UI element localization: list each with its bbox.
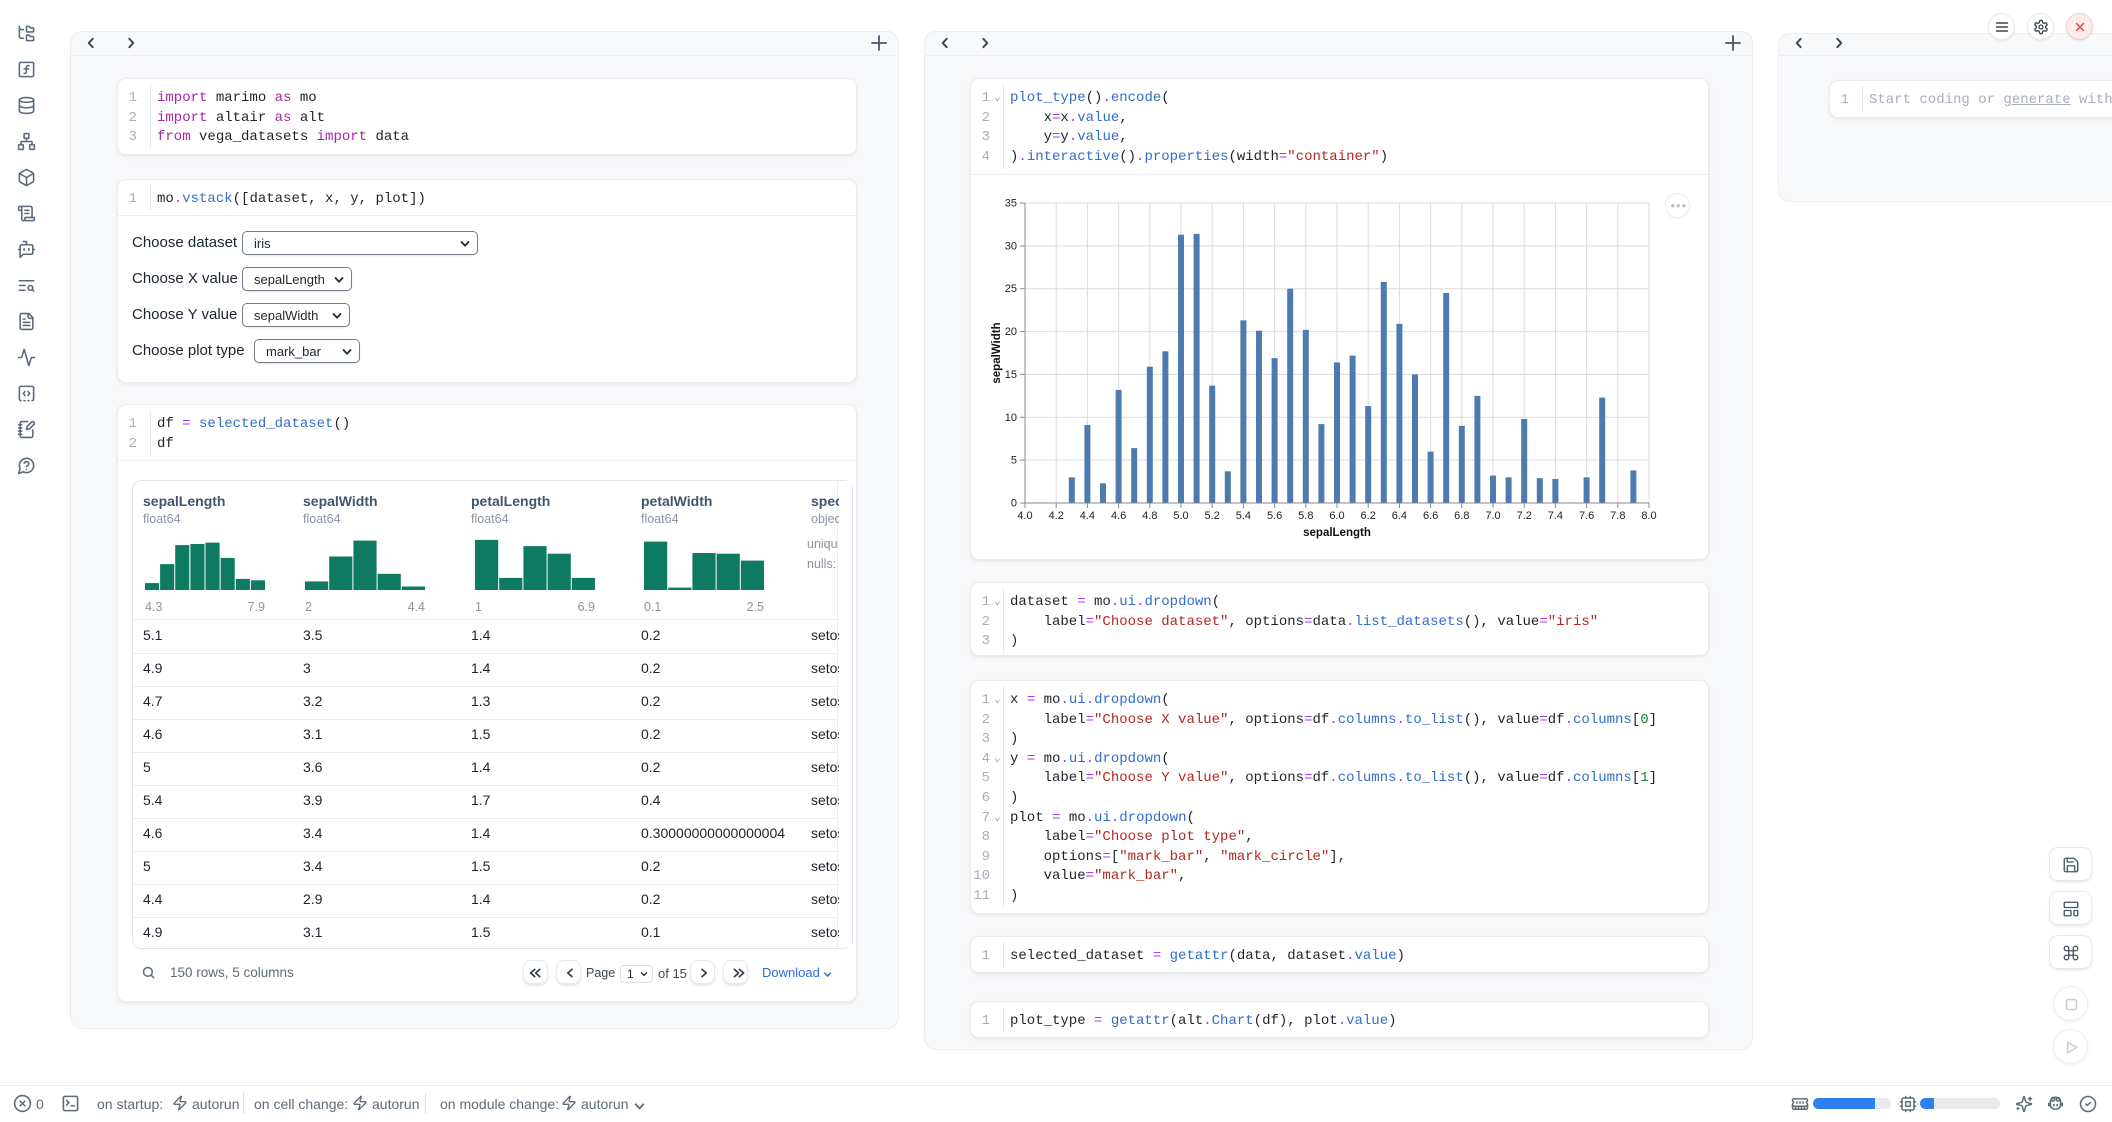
svg-text:6.0: 6.0 [1329,510,1344,522]
svg-text:4.8: 4.8 [1142,510,1157,522]
svg-text:4.0: 4.0 [1017,510,1032,522]
svg-text:6.4: 6.4 [1392,510,1407,522]
svg-text:6.6: 6.6 [1423,510,1438,522]
svg-text:5.2: 5.2 [1205,510,1220,522]
svg-text:4.4: 4.4 [1080,510,1095,522]
svg-text:5.4: 5.4 [1236,510,1251,522]
svg-text:sepalLength: sepalLength [1303,527,1371,539]
svg-text:25: 25 [1005,283,1017,295]
svg-text:4.2: 4.2 [1049,510,1064,522]
svg-text:sepalWidth: sepalWidth [991,322,1003,383]
svg-text:7.2: 7.2 [1517,510,1532,522]
svg-text:6.8: 6.8 [1454,510,1469,522]
svg-text:30: 30 [1005,240,1017,252]
svg-text:0: 0 [1011,498,1017,510]
svg-text:4.6: 4.6 [1111,510,1126,522]
svg-text:7.8: 7.8 [1610,510,1625,522]
svg-text:5.8: 5.8 [1298,510,1313,522]
svg-text:5.6: 5.6 [1267,510,1282,522]
svg-text:15: 15 [1005,369,1017,381]
svg-text:7.6: 7.6 [1579,510,1594,522]
svg-text:5.0: 5.0 [1173,510,1188,522]
svg-text:5: 5 [1011,455,1017,467]
svg-text:20: 20 [1005,326,1017,338]
svg-text:7.4: 7.4 [1548,510,1563,522]
svg-text:6.2: 6.2 [1361,510,1376,522]
svg-text:7.0: 7.0 [1485,510,1500,522]
svg-text:8.0: 8.0 [1641,510,1656,522]
svg-text:35: 35 [1005,198,1017,210]
svg-text:10: 10 [1005,412,1017,424]
